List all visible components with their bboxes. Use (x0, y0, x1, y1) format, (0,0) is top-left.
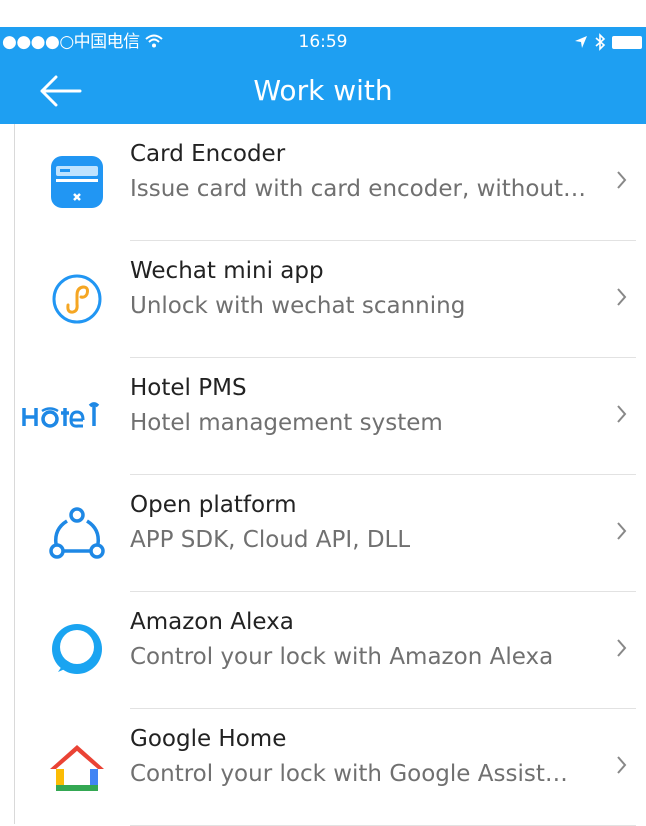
list-item-amazon-alexa[interactable]: Amazon Alexa Control your lock with Amaz… (0, 592, 646, 709)
item-subtitle: Unlock with wechat scanning (130, 293, 466, 319)
status-time: 16:59 (298, 32, 348, 52)
item-subtitle: APP SDK, Cloud API, DLL (130, 527, 411, 553)
bluetooth-icon (595, 33, 606, 51)
item-title: Hotel PMS (130, 375, 247, 401)
item-title: Card Encoder (130, 141, 286, 167)
open-platform-icon (44, 499, 110, 565)
list-item-wechat-mini-app[interactable]: Wechat mini app Unlock with wechat scann… (0, 241, 646, 358)
list-item-hotel-pms[interactable]: Hotel PMS Hotel management system (0, 358, 646, 475)
list-item-card-encoder[interactable]: Card Encoder Issue card with card encode… (0, 124, 646, 241)
top-margin (0, 0, 646, 27)
chevron-right-icon (617, 288, 627, 306)
chevron-right-icon (617, 522, 627, 540)
item-subtitle: Control your lock with Google Assist… (130, 761, 568, 787)
item-title: Wechat mini app (130, 258, 324, 284)
back-button[interactable] (38, 75, 84, 107)
integration-list: Card Encoder Issue card with card encode… (0, 124, 646, 826)
hotel-logo-icon (20, 382, 110, 448)
item-title: Open platform (130, 492, 297, 518)
chevron-right-icon (617, 405, 627, 423)
back-arrow-icon (40, 75, 82, 107)
card-encoder-icon (44, 148, 110, 214)
list-item-open-platform[interactable]: Open platform APP SDK, Cloud API, DLL (0, 475, 646, 592)
chevron-right-icon (617, 171, 627, 189)
location-arrow-icon (575, 36, 587, 48)
battery-icon (612, 35, 642, 49)
chevron-right-icon (617, 639, 627, 657)
alexa-icon (44, 616, 110, 682)
nav-bar: Work with (0, 57, 646, 124)
chevron-right-icon (617, 756, 627, 774)
wechat-mini-app-icon (44, 265, 110, 331)
status-bar: ●●●●○中国电信 16:59 (0, 27, 646, 57)
item-title: Amazon Alexa (130, 609, 294, 635)
item-subtitle: Issue card with card encoder, without… (130, 176, 587, 202)
google-home-icon (44, 733, 110, 799)
status-icons (574, 27, 642, 57)
list-item-google-home[interactable]: Google Home Control your lock with Googl… (0, 709, 646, 826)
item-title: Google Home (130, 726, 287, 752)
item-subtitle: Hotel management system (130, 410, 443, 436)
page-title: Work with (253, 74, 393, 107)
item-subtitle: Control your lock with Amazon Alexa (130, 644, 554, 670)
